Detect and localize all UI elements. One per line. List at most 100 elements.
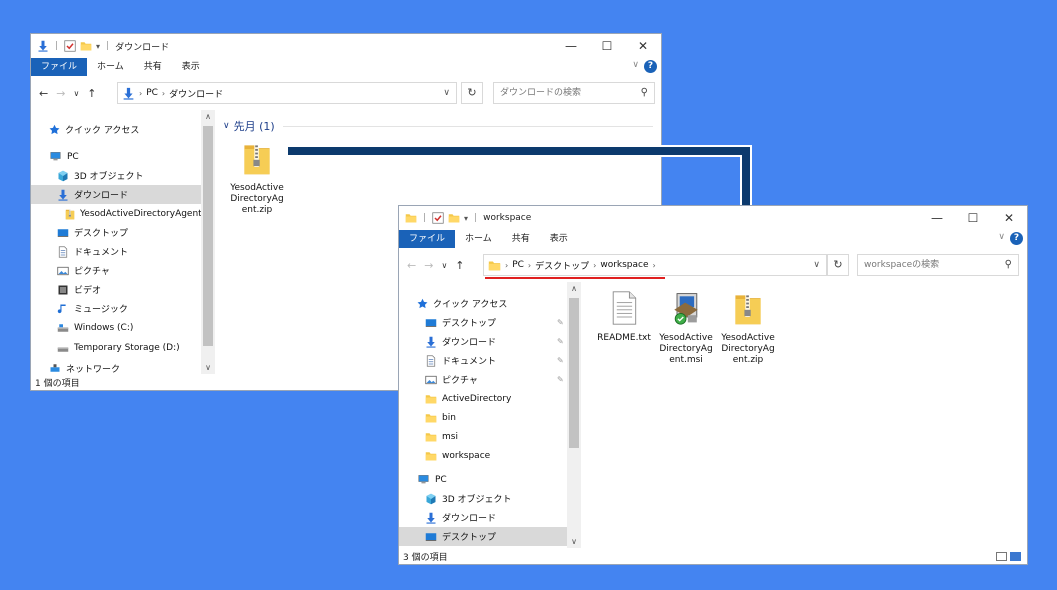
nav-documents[interactable]: ドキュメント: [425, 351, 496, 370]
view-toggle: [996, 552, 1021, 561]
nav-label: デスクトップ: [442, 319, 497, 329]
breadcrumb-desktop[interactable]: デスクトップ: [535, 259, 589, 272]
file-name: README.txt: [597, 333, 651, 343]
file-item[interactable]: YesodActiveDirectoryAgent.msi: [657, 290, 715, 366]
breadcrumb-separator: ›: [527, 260, 532, 270]
search-placeholder: workspaceの検索: [864, 260, 940, 270]
nav-label: msi: [442, 431, 458, 442]
zip-icon: [733, 290, 763, 326]
nav-label: ダウンロード: [442, 514, 497, 524]
file-name: YesodActiveDirectoryAgent.msi: [659, 333, 713, 365]
nav-folder-bin[interactable]: bin: [425, 408, 456, 427]
large-icons-view-icon[interactable]: [1010, 552, 1021, 561]
pin-icon[interactable]: ✎: [557, 318, 564, 327]
tab-file[interactable]: ファイル: [399, 230, 456, 248]
pc-icon: [417, 474, 430, 485]
folder-icon: [425, 412, 437, 424]
navigation-pane: クイック アクセス デスクトップ ✎ ダウンロード ✎ ドキュメント ✎ ピクチ…: [399, 282, 567, 550]
cube-icon: [425, 493, 437, 505]
breadcrumb-separator: ›: [505, 260, 509, 270]
address-highlight-underline: [485, 277, 665, 279]
tab-view[interactable]: 表示: [540, 230, 578, 248]
nav-quick-access[interactable]: クイック アクセス: [417, 294, 507, 313]
document-icon: [425, 355, 437, 367]
quick-access-dropdown-icon[interactable]: ▾: [464, 214, 468, 223]
nav-3d-objects[interactable]: 3D オブジェクト: [425, 489, 512, 508]
download-icon: [425, 512, 437, 524]
pin-icon[interactable]: ✎: [557, 337, 564, 346]
close-button[interactable]: ✕: [991, 206, 1027, 230]
address-bar[interactable]: › PC › デスクトップ › workspace › ∨: [483, 254, 827, 276]
nav-label: ドキュメント: [442, 357, 497, 367]
help-icon[interactable]: ?: [1010, 232, 1023, 245]
nav-scrollbar[interactable]: ∧ ∨: [567, 282, 581, 548]
nav-label: クイック アクセス: [433, 300, 508, 310]
nav-desktop-selected[interactable]: デスクトップ: [399, 527, 567, 546]
tab-home[interactable]: ホーム: [455, 230, 502, 248]
nav-folder-activedirectory[interactable]: ActiveDirectory: [425, 389, 511, 408]
nav-label: ピクチャ: [442, 376, 478, 386]
title-bar: | ▾ | workspace — ☐ ✕: [399, 206, 1027, 230]
minimize-button[interactable]: —: [919, 206, 955, 230]
picture-icon: [425, 374, 437, 386]
separator: |: [423, 213, 427, 223]
nav-label: PC: [435, 474, 447, 485]
scroll-thumb[interactable]: [569, 298, 579, 448]
ribbon-tabs: ファイル ホーム 共有 表示 ∨ ?: [399, 230, 1027, 248]
file-item[interactable]: README.txt: [595, 290, 653, 344]
nav-pictures[interactable]: ピクチャ: [425, 370, 478, 389]
breadcrumb-workspace[interactable]: workspace: [600, 260, 648, 270]
folder-icon: [425, 450, 437, 462]
scroll-up-icon[interactable]: ∧: [567, 284, 581, 293]
pin-icon[interactable]: ✎: [557, 356, 564, 365]
nav-label: ActiveDirectory: [442, 393, 512, 404]
maximize-button[interactable]: ☐: [955, 206, 991, 230]
nav-folder-workspace[interactable]: workspace: [425, 446, 490, 465]
back-icon[interactable]: ←: [407, 259, 416, 272]
breadcrumb-separator: ›: [593, 260, 597, 270]
desktop-icon: [425, 317, 437, 329]
up-icon[interactable]: ↑: [455, 259, 464, 272]
nav-pc[interactable]: PC: [417, 470, 447, 489]
folder-icon: [488, 259, 501, 272]
file-name: YesodActiveDirectoryAgent.zip: [721, 333, 775, 365]
nav-label: workspace: [442, 450, 491, 461]
breadcrumb-separator: ›: [652, 260, 656, 270]
folder-icon: [425, 431, 437, 443]
nav-label: ダウンロード: [442, 338, 497, 348]
tab-share[interactable]: 共有: [502, 230, 540, 248]
expand-ribbon-icon[interactable]: ∨: [998, 232, 1005, 242]
recent-locations-icon[interactable]: ∨: [441, 261, 447, 270]
address-row: ← → ∨ ↑ › PC › デスクトップ › workspace › ∨ ↻ …: [399, 252, 1027, 278]
pin-icon[interactable]: ✎: [557, 375, 564, 384]
star-icon: [417, 298, 428, 309]
workspace-window: | ▾ | workspace — ☐ ✕ ファイル ホーム 共有 表示 ∨ ?…: [398, 205, 1028, 565]
download-icon: [425, 336, 437, 348]
nav-label: デスクトップ: [442, 533, 497, 543]
scroll-down-icon[interactable]: ∨: [567, 537, 581, 546]
msi-installer-icon: [669, 290, 703, 326]
nav-label: bin: [442, 412, 456, 423]
nav-desktop[interactable]: デスクトップ: [425, 313, 496, 332]
details-view-icon[interactable]: [996, 552, 1007, 561]
text-file-icon: [609, 290, 639, 326]
search-input[interactable]: workspaceの検索 ⚲: [857, 254, 1019, 276]
nav-downloads[interactable]: ダウンロード: [425, 332, 496, 351]
breadcrumb-pc[interactable]: PC: [512, 260, 524, 270]
refresh-button[interactable]: ↻: [827, 254, 849, 276]
nav-label: 3D オブジェクト: [442, 495, 512, 505]
file-item[interactable]: YesodActiveDirectoryAgent.zip: [719, 290, 777, 366]
search-icon: ⚲: [1004, 259, 1012, 270]
new-folder-icon[interactable]: [448, 212, 460, 224]
properties-icon[interactable]: [432, 212, 444, 224]
separator: |: [474, 213, 478, 223]
forward-icon[interactable]: →: [424, 259, 433, 272]
window-title: workspace: [483, 213, 532, 223]
address-dropdown-icon[interactable]: ∨: [813, 260, 820, 270]
folder-icon[interactable]: [405, 212, 417, 224]
status-bar: 3 個の項目: [403, 553, 448, 563]
desktop-icon: [425, 531, 437, 543]
nav-folder-msi[interactable]: msi: [425, 427, 458, 446]
folder-icon: [425, 393, 437, 405]
nav-downloads[interactable]: ダウンロード: [425, 508, 496, 527]
